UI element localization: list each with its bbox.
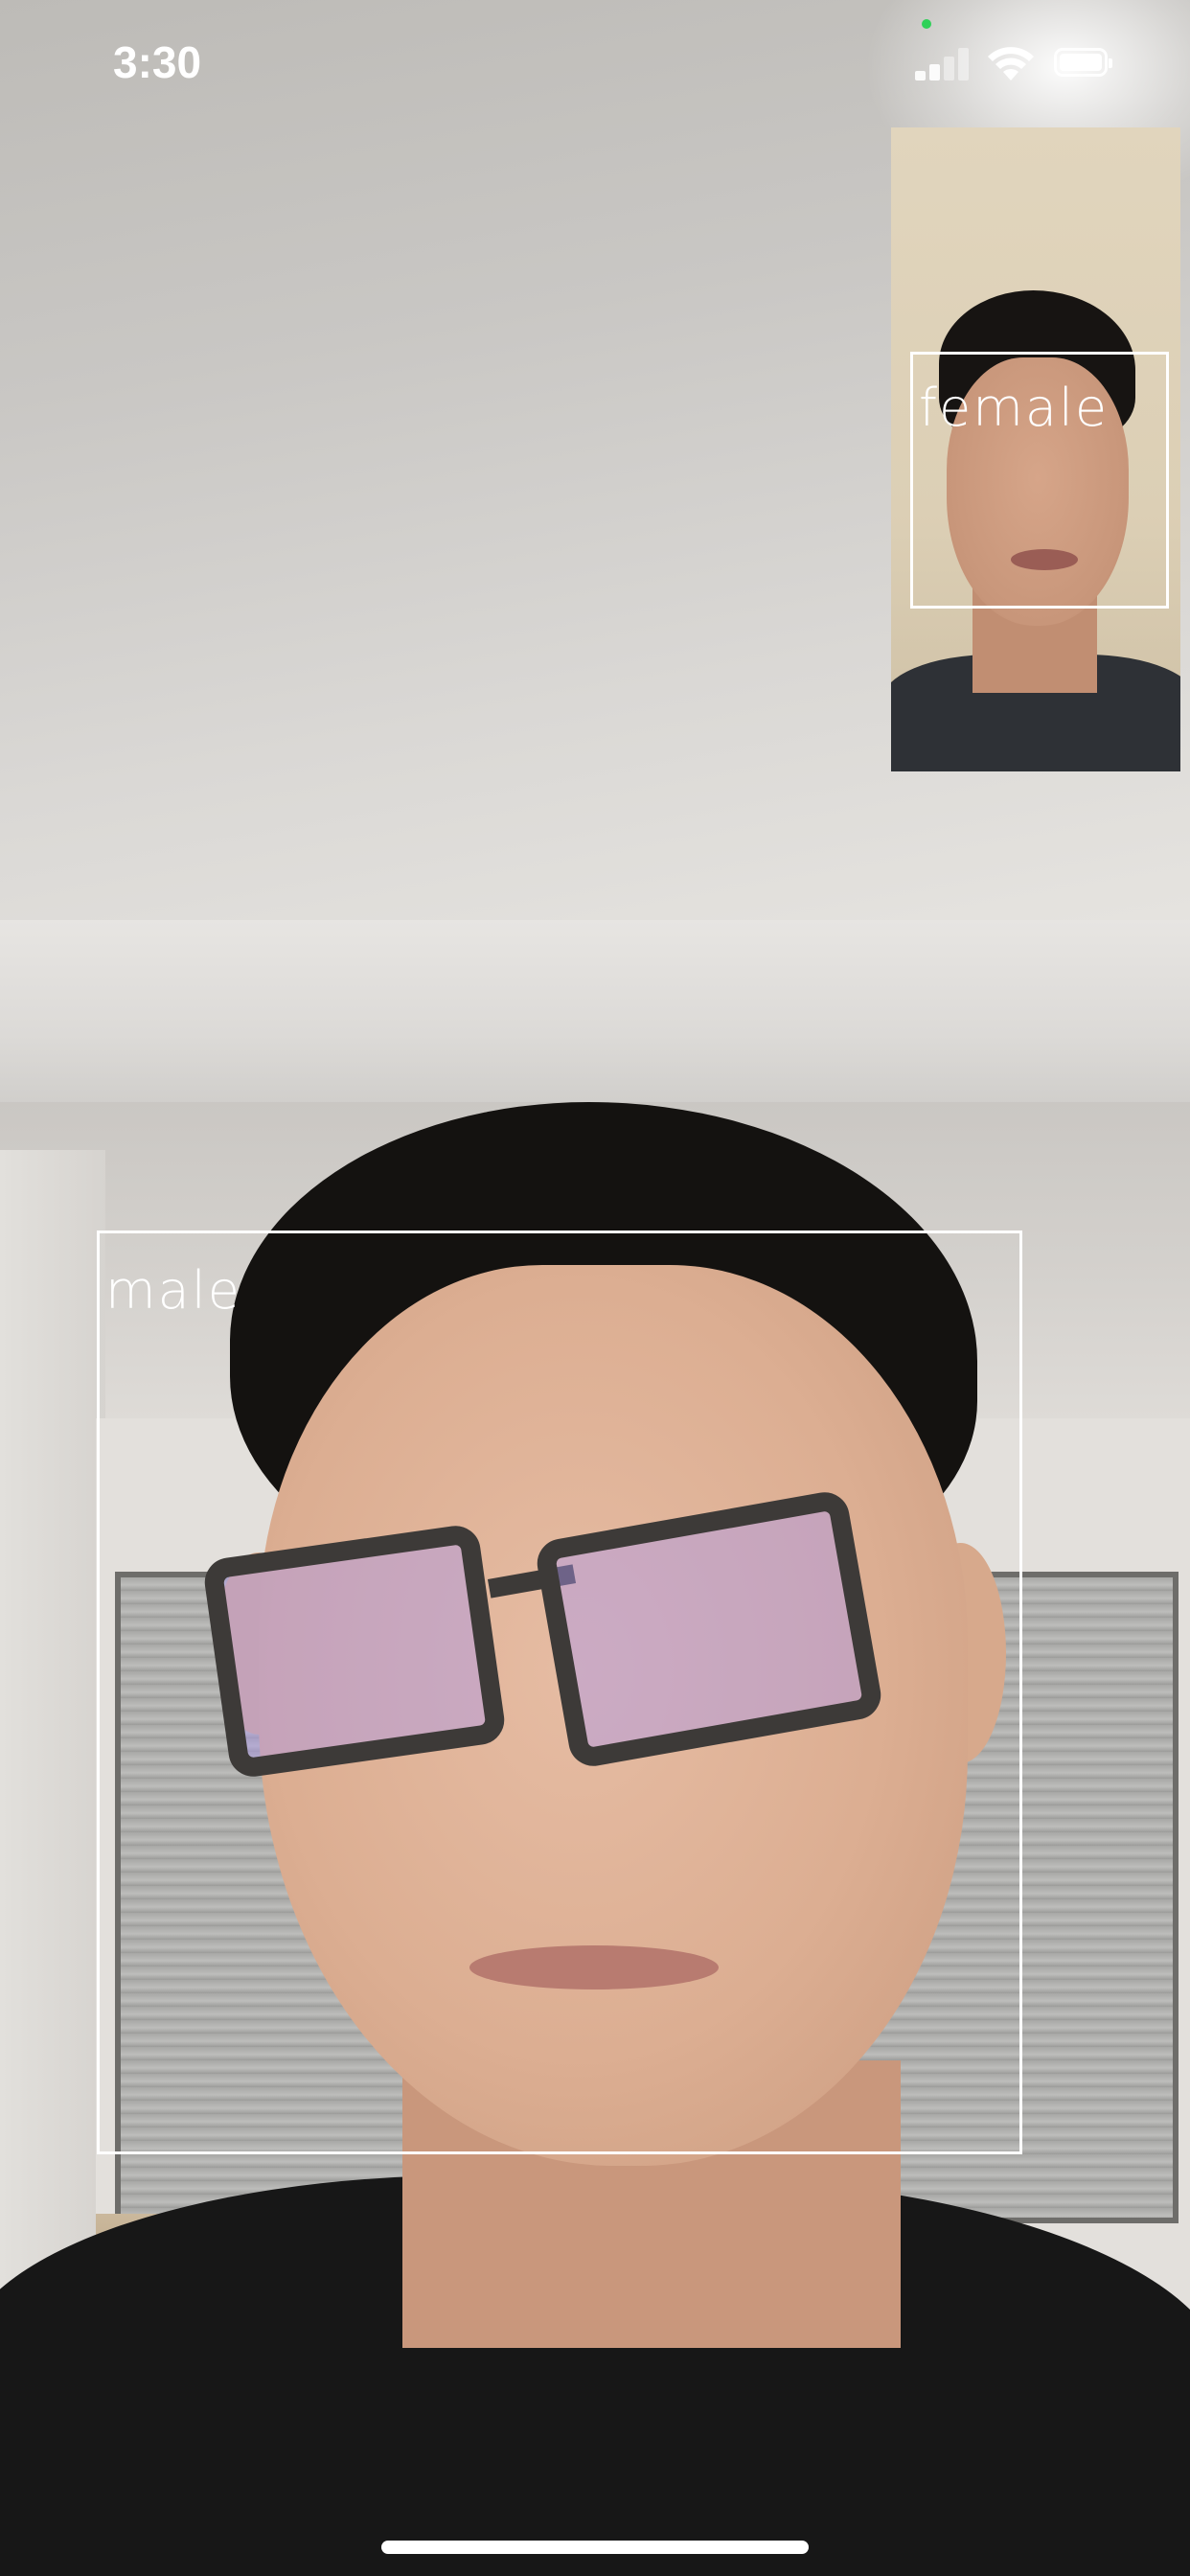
status-bar: 3:30 (0, 0, 1190, 134)
main-detection-label: male (105, 1260, 241, 1321)
pip-camera-view[interactable]: female (891, 127, 1180, 771)
pip-detection-label: female (919, 378, 1110, 438)
battery-icon (1054, 48, 1112, 77)
home-indicator[interactable] (381, 2541, 809, 2554)
ceiling-beam (0, 920, 1190, 1112)
signal-icon (915, 46, 969, 80)
pip-face-detection-box: female (910, 352, 1169, 609)
camera-in-use-indicator (922, 19, 931, 29)
status-time: 3:30 (113, 37, 202, 87)
main-face-detection-box: male (97, 1230, 1022, 2154)
wifi-icon (988, 47, 1034, 80)
